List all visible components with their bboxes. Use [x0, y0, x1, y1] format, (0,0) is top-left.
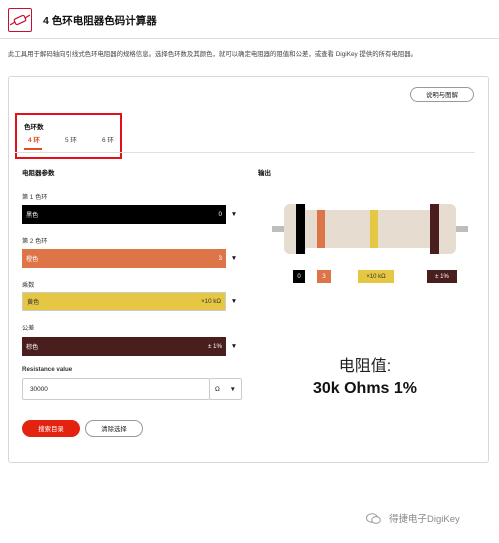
unit-select[interactable]: Ω ▼ [209, 378, 242, 400]
chevron-down-icon: ▼ [226, 249, 242, 268]
output-tag-band2: 3 [317, 270, 331, 283]
band-count-label: 色环数 [24, 124, 44, 131]
chevron-down-icon: ▼ [226, 292, 242, 311]
header-divider [0, 38, 499, 39]
output-tag-tolerance: ± 1% [427, 270, 457, 283]
tab-4-band[interactable]: 4 环 [28, 134, 40, 144]
resistor-diagram [272, 204, 468, 254]
multiplier-color-name: 黄色 [27, 299, 40, 306]
output-title: 输出 [258, 170, 271, 177]
band-2 [317, 210, 325, 248]
output-tag-multiplier: ×10 kΩ [358, 270, 394, 283]
tolerance-color-name: 棕色 [26, 344, 39, 351]
watermark: 得捷电子DigiKey [366, 511, 460, 525]
chevron-down-icon: ▼ [226, 337, 242, 356]
band2-swatch: 橙色 3 [22, 249, 226, 268]
tolerance-value: ± 1% [207, 343, 222, 350]
tab-5-band[interactable]: 5 环 [65, 134, 77, 144]
tolerance-select[interactable]: 棕色 ± 1% ▼ [22, 337, 242, 356]
resistance-input[interactable]: 30000 [22, 378, 210, 400]
multiplier-label: 乘数 [22, 282, 35, 289]
resistance-result-label: 电阻值: [338, 358, 392, 375]
band1-value: 0 [218, 211, 222, 218]
resistor-lead-right [454, 226, 468, 232]
output-tag-band1: 0 [293, 270, 305, 283]
resistance-label: Resistance value [22, 366, 73, 373]
wechat-icon [366, 512, 381, 524]
band2-color-name: 橙色 [26, 256, 39, 263]
resistor-lead-left [272, 226, 286, 232]
resistance-result-value: 30k Ohms 1% [312, 380, 418, 397]
page-title: 4 色环电阻器色码计算器 [43, 14, 157, 27]
watermark-text: 得捷电子DigiKey [389, 514, 460, 525]
multiplier-value: ×10 kΩ [201, 298, 221, 305]
multiplier-swatch: 黄色 ×10 kΩ [22, 292, 226, 311]
band-1 [296, 204, 305, 254]
band2-value: 3 [218, 255, 222, 262]
band2-label: 第 2 色环 [22, 238, 48, 245]
band-tolerance [430, 204, 439, 254]
search-catalog-button[interactable]: 搜索目录 [22, 420, 80, 437]
chevron-down-icon: ▼ [229, 385, 236, 393]
band1-color-name: 黑色 [26, 212, 39, 219]
help-button[interactable]: 说明与图解 [410, 87, 474, 102]
chevron-down-icon: ▼ [226, 205, 242, 224]
tolerance-swatch: 棕色 ± 1% [22, 337, 226, 356]
band-multiplier [370, 210, 378, 248]
band1-select[interactable]: 黑色 0 ▼ [22, 205, 242, 224]
clear-selection-button[interactable]: 清除选择 [85, 420, 143, 437]
page-header: 4 色环电阻器色码计算器 [8, 8, 157, 32]
tolerance-label: 公差 [22, 325, 35, 332]
multiplier-select[interactable]: 黄色 ×10 kΩ ▼ [22, 292, 242, 311]
resistor-logo-icon [8, 8, 32, 32]
tabs-divider [15, 152, 475, 153]
page-description: 此工具用于解码轴向引线式色环电阻器的规格信息。选择色环数及其颜色，就可以确定电阻… [8, 51, 418, 58]
unit-value: Ω [215, 385, 220, 393]
active-tab-indicator [24, 148, 42, 150]
tab-6-band[interactable]: 6 环 [102, 134, 114, 144]
band1-swatch: 黑色 0 [22, 205, 226, 224]
band2-select[interactable]: 橙色 3 ▼ [22, 249, 242, 268]
band1-label: 第 1 色环 [22, 194, 48, 201]
params-title: 电阻器参数 [22, 170, 55, 177]
